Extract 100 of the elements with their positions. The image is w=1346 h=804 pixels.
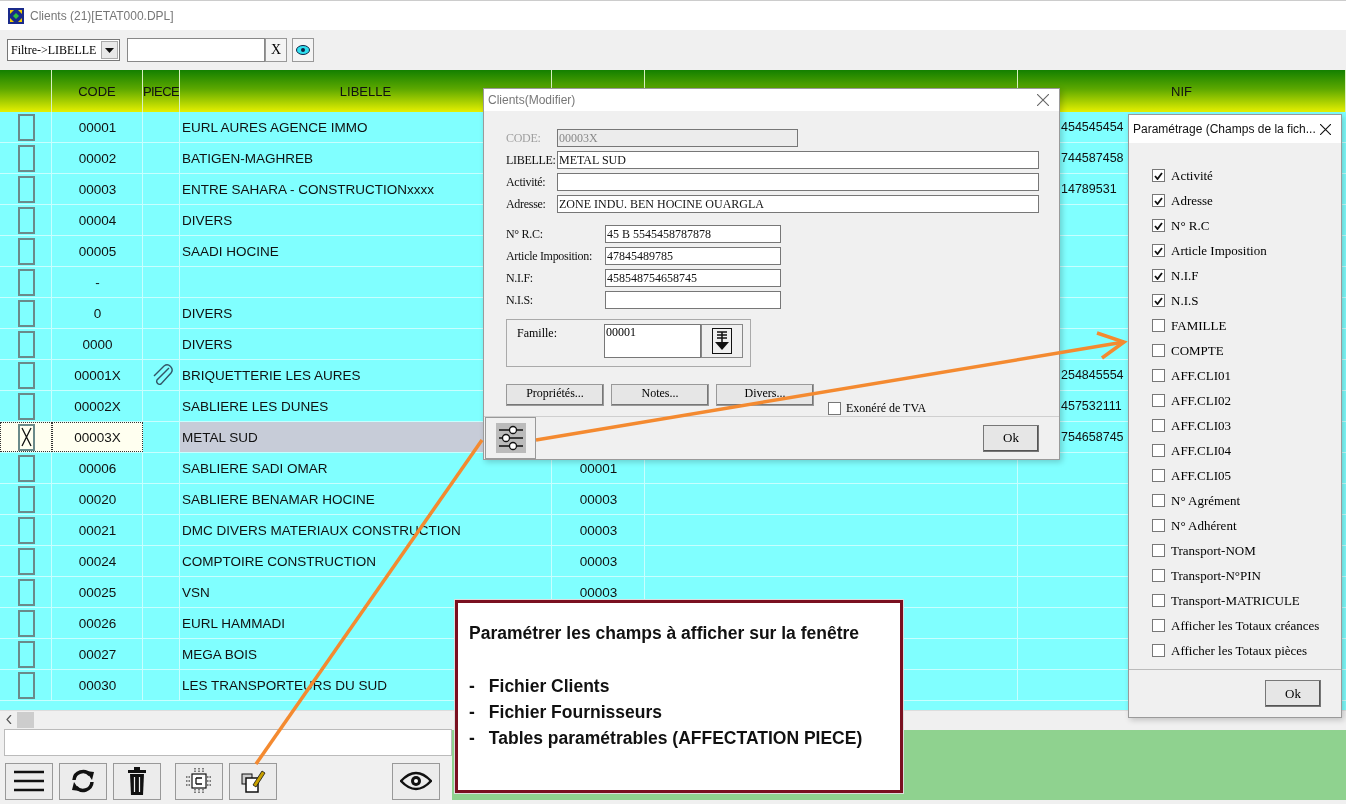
table-cell: SABLIERE SADI OMAR: [182, 460, 328, 476]
table-cell-text: 00004: [77, 211, 118, 230]
table-cell: 00003: [579, 491, 618, 507]
bullet: -: [469, 675, 475, 697]
checkbox-label: Exonéré de TVA: [846, 401, 927, 416]
input-field[interactable]: METAL SUD: [557, 151, 1039, 169]
filter-dropdown[interactable]: Filtre->LIBELLE: [7, 39, 120, 61]
dialog-button[interactable]: Propriétés...: [506, 383, 604, 406]
table-cell-text: 00030: [77, 676, 118, 695]
field-label: Activité:: [506, 174, 547, 190]
field-label: N.I.F:: [506, 270, 534, 286]
table-cell: BRIQUETTERIE LES AURES: [182, 367, 361, 383]
field-label: CODE:: [506, 130, 542, 146]
checkbox-label: Transport-N°PIN: [1171, 567, 1261, 584]
checkbox-label: COMPTE: [1171, 342, 1224, 359]
table-cell: 00001: [579, 460, 618, 476]
clear-button[interactable]: X: [265, 38, 287, 62]
field-label: Famille:: [517, 325, 558, 342]
table-cell: DIVERS: [182, 336, 233, 352]
checkbox-label: N° Adhérent: [1171, 517, 1237, 534]
checkbox-label: AFF.CLI02: [1171, 392, 1231, 409]
field-label: N.I.S:: [506, 292, 534, 308]
column-header[interactable]: NIF: [1171, 83, 1192, 99]
callout-item: Fichier Fournisseurs: [488, 701, 662, 723]
checkbox-label: AFF.CLI04: [1171, 442, 1231, 459]
table-cell: VSN: [182, 584, 210, 600]
table-cell-text: 00021: [77, 521, 118, 540]
dialog-button[interactable]: Notes...: [611, 383, 709, 406]
input-field[interactable]: 45 B 5545458787878: [605, 225, 781, 243]
table-cell: ENTRE SAHARA - CONSTRUCTIONxxxx: [182, 181, 435, 197]
input-field[interactable]: 458548754658745: [605, 269, 781, 287]
field-label: Adresse:: [506, 196, 547, 212]
table-cell-text: 00002: [77, 149, 118, 168]
table-cell: 744587458: [1061, 151, 1124, 165]
table-cell-text: 00027: [77, 645, 118, 664]
checkbox-label: N.I.F: [1171, 267, 1199, 284]
table-cell-text: 00026: [77, 614, 118, 633]
checkbox-label: AFF.CLI01: [1171, 367, 1231, 384]
table-cell-text: 00003: [77, 180, 118, 199]
callout-item: Tables paramétrables (AFFECTATION PIECE): [488, 727, 863, 749]
table-cell: 00003: [579, 584, 618, 600]
table-cell-text: 00002X: [73, 397, 122, 416]
table-cell: SABLIERE LES DUNES: [182, 398, 329, 414]
checkbox-label: Transport-MATRICULE: [1171, 592, 1300, 609]
table-cell: 00003: [579, 553, 618, 569]
checkbox-label: N° R.C: [1171, 217, 1210, 234]
column-header[interactable]: LIBELLE: [339, 83, 392, 99]
table-cell: DIVERS: [182, 305, 233, 321]
checkbox-label: FAMILLE: [1171, 317, 1227, 334]
table-cell: 457532111: [1061, 399, 1122, 413]
input-field[interactable]: 00001: [604, 324, 701, 358]
checkbox-label: Afficher les Totaux pièces: [1171, 642, 1308, 659]
callout-title: Paramétrer les champs à afficher sur la fenêtre: [469, 623, 861, 644]
table-cell: EURL HAMMADI: [182, 615, 285, 631]
callout-item: Fichier Clients: [488, 675, 610, 697]
column-header[interactable]: PIECE: [143, 83, 179, 99]
window-title: Clients (21)[ETAT000.DPL]: [30, 8, 174, 23]
checkbox-label: AFF.CLI05: [1171, 467, 1231, 484]
field-label: N° R.C:: [506, 226, 544, 242]
table-cell: 754658745: [1061, 430, 1124, 444]
checkbox-label: Transport-NOM: [1171, 542, 1256, 559]
table-cell: COMPTOIRE CONSTRUCTION: [182, 553, 376, 569]
bullet: -: [469, 727, 475, 749]
checkbox-label: Activité: [1171, 167, 1213, 184]
table-cell-text: 0: [92, 304, 103, 323]
table-cell-text: -: [94, 273, 101, 292]
table-cell: BATIGEN-MAGHREB: [182, 150, 313, 166]
table-cell: METAL SUD: [182, 429, 258, 445]
table-cell-text: 00006: [77, 459, 118, 478]
table-cell-text: 0000: [81, 335, 114, 354]
input-field[interactable]: 47845489785: [605, 247, 781, 265]
table-cell-text: 00001X: [73, 366, 122, 385]
ok-button[interactable]: Ok: [983, 424, 1039, 452]
table-cell-text: 00001: [77, 118, 118, 137]
dialog-title: Paramétrage (Champs de la fich...: [1133, 122, 1316, 136]
table-cell: MEGA BOIS: [182, 646, 258, 662]
checkbox-label: Adresse: [1171, 192, 1213, 209]
column-header[interactable]: CODE: [78, 83, 116, 99]
ok-button[interactable]: Ok: [1265, 680, 1321, 707]
table-cell-text: 00005: [77, 242, 118, 261]
table-cell: SAADI HOCINE: [182, 243, 279, 259]
bullet: -: [469, 701, 475, 723]
input-field[interactable]: ZONE INDU. BEN HOCINE OUARGLA: [557, 195, 1039, 213]
table-cell: 254845554: [1061, 368, 1124, 382]
table-cell: 00003: [579, 522, 618, 538]
table-cell: EURL AURES AGENCE IMMO: [182, 119, 368, 135]
table-cell-text: 00024: [77, 552, 118, 571]
table-cell: 00003X: [52, 422, 143, 452]
field-label: LIBELLE:: [506, 152, 557, 168]
checkbox-label: N° Agrément: [1171, 492, 1241, 509]
table-cell: 454545454: [1061, 120, 1124, 134]
table-cell: SABLIERE BENAMAR HOCINE: [182, 491, 375, 507]
dialog-title: Clients(Modifier): [488, 93, 576, 107]
checkbox-label: AFF.CLI03: [1171, 417, 1231, 434]
checkbox-label: Afficher les Totaux créances: [1171, 617, 1320, 634]
table-cell-text: 00025: [77, 583, 118, 602]
checkbox-label: N.I.S: [1171, 292, 1199, 309]
field-label: Article Imposition:: [506, 248, 593, 264]
table-cell-text: 00020: [77, 490, 118, 509]
table-cell: 14789531: [1061, 182, 1117, 196]
